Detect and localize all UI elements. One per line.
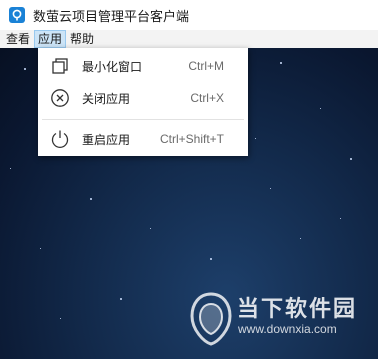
application-dropdown-menu: 最小化窗口 Ctrl+M 关闭应用 Ctrl+X 重启应用 Ctrl+Shift… — [38, 48, 248, 156]
background-star — [270, 188, 271, 189]
menu-separator — [42, 119, 244, 120]
watermark-name: 当下软件园 — [237, 297, 358, 322]
title-bar[interactable]: 数萤云项目管理平台客户端 — [0, 0, 378, 30]
menu-bar: 查看 应用 帮助 — [0, 30, 378, 48]
restore-window-icon — [49, 55, 71, 77]
menu-item-label: 最小化窗口 — [82, 59, 143, 74]
menu-application[interactable]: 应用 — [34, 30, 67, 48]
background-star — [280, 62, 282, 64]
app-logo-icon — [9, 7, 25, 23]
menu-item-label: 重启应用 — [82, 132, 131, 147]
background-star — [60, 318, 61, 319]
menu-item-minimize-window[interactable]: 最小化窗口 Ctrl+M — [38, 48, 248, 84]
window-title: 数萤云项目管理平台客户端 — [33, 9, 190, 25]
close-circle-icon — [49, 87, 71, 109]
menu-item-shortcut: Ctrl+M — [188, 59, 224, 73]
background-star — [320, 108, 321, 109]
watermark-logo-icon — [190, 292, 232, 346]
background-star — [120, 298, 122, 300]
background-star — [150, 228, 151, 229]
menu-item-restart-application[interactable]: 重启应用 Ctrl+Shift+T — [38, 121, 248, 157]
menu-help[interactable]: 帮助 — [66, 30, 98, 48]
background-star — [340, 218, 341, 219]
menu-item-label: 关闭应用 — [82, 91, 131, 106]
site-watermark: 当下软件园 www.downxia.com — [190, 280, 375, 350]
menu-item-shortcut: Ctrl+X — [190, 91, 224, 105]
background-star — [90, 198, 92, 200]
menu-item-close-application[interactable]: 关闭应用 Ctrl+X — [38, 80, 248, 116]
app-window: 数萤云项目管理平台客户端 查看 应用 帮助 最小化窗口 Ctrl+M 关闭应用 … — [0, 0, 378, 359]
background-star — [255, 138, 256, 139]
background-star — [210, 258, 212, 260]
menu-view[interactable]: 查看 — [0, 30, 34, 48]
menu-item-shortcut: Ctrl+Shift+T — [159, 132, 224, 146]
background-star — [350, 158, 352, 160]
background-star — [24, 68, 26, 70]
watermark-url: www.downxia.com — [238, 322, 337, 336]
background-star — [10, 168, 11, 169]
power-icon — [49, 128, 71, 150]
background-star — [300, 238, 301, 239]
background-star — [40, 248, 41, 249]
